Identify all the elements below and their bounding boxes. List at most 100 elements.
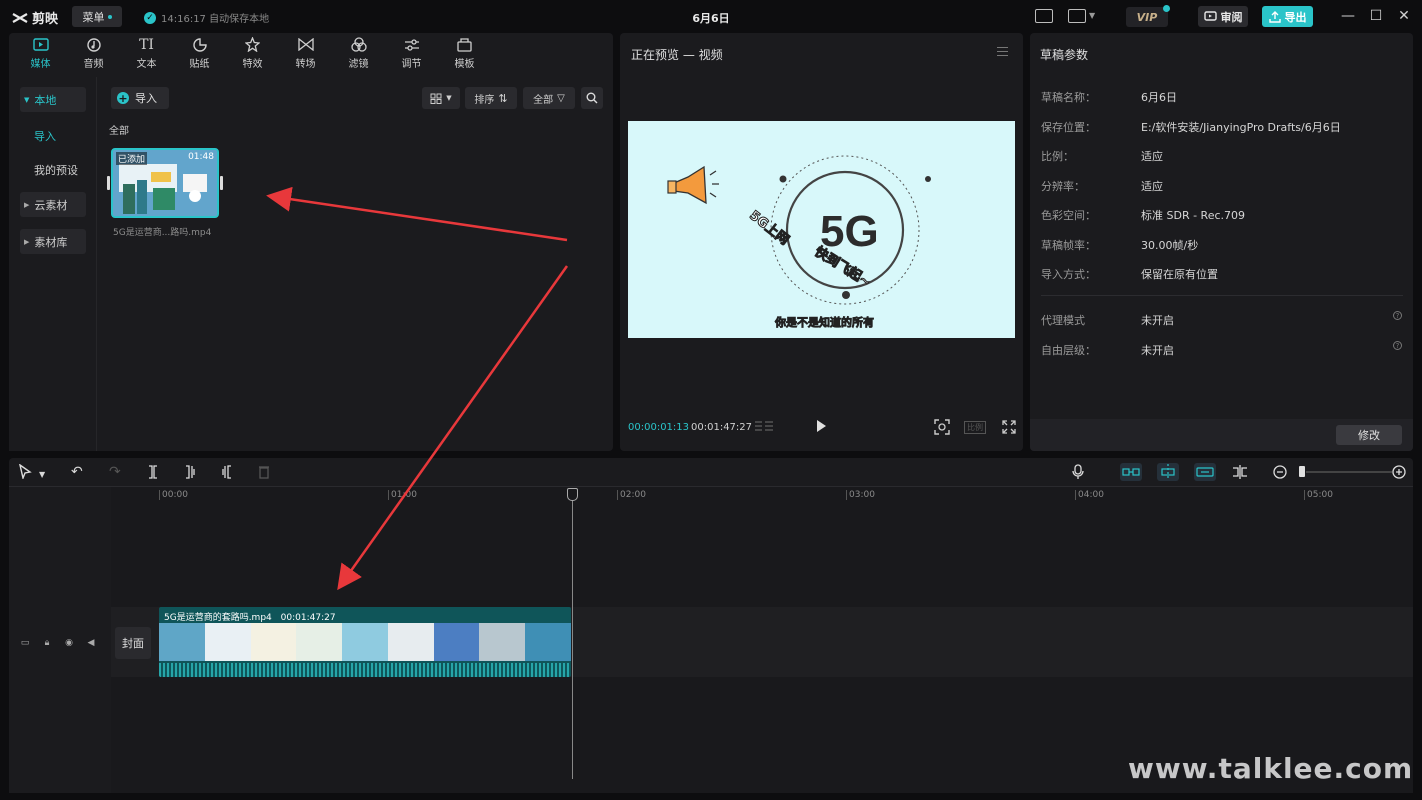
clip-frame — [342, 623, 388, 661]
vip-label: VIP — [1136, 10, 1158, 24]
linkage-button[interactable] — [1194, 463, 1216, 481]
playhead-handle[interactable] — [567, 488, 578, 501]
param-resolution-label: 分辨率： — [1041, 180, 1085, 193]
tab-media[interactable]: 媒体 — [14, 33, 67, 73]
tab-text[interactable]: TI 文本 — [120, 33, 173, 73]
clip-frame — [159, 623, 205, 661]
fullscreen-icon[interactable] — [1002, 420, 1016, 434]
tab-sticker[interactable]: 贴纸 — [173, 33, 226, 73]
auto-snap-button[interactable] — [1157, 463, 1179, 481]
timeline-grid-icon[interactable] — [754, 420, 774, 434]
undo-icon[interactable]: ↶ — [71, 465, 83, 479]
cover-button[interactable]: 封面 — [115, 627, 151, 659]
keyboard-shortcuts-icon[interactable] — [1035, 9, 1053, 23]
import-button[interactable]: + 导入 — [111, 87, 169, 109]
layout-icon[interactable] — [1068, 9, 1086, 23]
tab-template-label: 模板 — [454, 58, 475, 70]
sort-button[interactable]: 排序 ⇅ — [465, 87, 517, 109]
zoom-slider-track[interactable] — [1306, 471, 1392, 473]
search-icon — [586, 92, 598, 104]
media-duration: 01:48 — [188, 152, 214, 162]
zoom-slider-knob[interactable] — [1299, 466, 1305, 477]
proxy-help-icon[interactable]: ? — [1393, 311, 1402, 320]
filter-icon — [350, 37, 368, 53]
review-icon — [1203, 11, 1217, 21]
media-item-thumbnail[interactable]: 已添加 01:48 — [111, 148, 219, 218]
minimize-icon[interactable]: — — [1340, 8, 1356, 24]
menu-button[interactable]: 菜单 — [72, 6, 122, 27]
timeline-tracks[interactable]: 00:00 01:00 02:00 03:00 04:00 05:00 5G是运… — [111, 487, 1413, 793]
volume-icon[interactable]: ◀ — [85, 638, 97, 648]
play-icon[interactable] — [817, 420, 826, 432]
preview-axis-icon[interactable] — [1231, 464, 1249, 480]
params-divider — [1041, 295, 1403, 296]
current-timecode: 00:00:01:13 — [628, 422, 690, 433]
ruler-tick — [159, 490, 160, 500]
video-clip[interactable]: 5G是运营商的套路吗.mp4 00:01:47:27 — [159, 607, 571, 677]
tab-template[interactable]: 模板 — [438, 33, 491, 73]
ruler-label: 02:00 — [620, 490, 646, 500]
clip-frame — [525, 623, 571, 661]
ratio-button[interactable]: 比例 — [964, 421, 986, 434]
section-all-label: 全部 — [109, 126, 129, 137]
view-mode-button[interactable]: ▼ — [422, 87, 460, 109]
param-proxy-value: 未开启 — [1141, 314, 1174, 327]
close-icon[interactable]: ✕ — [1396, 8, 1412, 24]
tab-filter[interactable]: 滤镜 — [332, 33, 385, 73]
main-track-magnet-button[interactable] — [1120, 463, 1142, 481]
zoom-out-icon[interactable] — [1273, 465, 1287, 479]
tab-adjust[interactable]: 调节 — [385, 33, 438, 73]
preview-menu-icon[interactable] — [997, 47, 1008, 56]
clip-frame — [204, 623, 251, 661]
clip-frame — [250, 623, 297, 661]
select-cursor-icon[interactable] — [18, 464, 32, 479]
link-icon — [1196, 467, 1214, 477]
time-ruler: 00:00 01:00 02:00 03:00 04:00 05:00 — [111, 487, 1413, 507]
sidebar-item-import-label: 导入 — [34, 129, 56, 143]
split-icon[interactable] — [147, 465, 159, 479]
sidebar-item-cloud[interactable]: ▶ 云素材 — [20, 192, 86, 217]
thumbnail-right-handle[interactable] — [220, 176, 223, 190]
trim-left-icon[interactable] — [184, 465, 196, 479]
maximize-icon[interactable]: ☐ — [1368, 8, 1384, 24]
zoom-in-icon[interactable] — [1392, 465, 1406, 479]
grid-icon — [430, 93, 442, 104]
tab-effects[interactable]: 特效 — [226, 33, 279, 73]
caret-right-icon: ▶ — [24, 200, 30, 209]
tab-filter-label: 滤镜 — [348, 58, 369, 70]
delete-icon — [259, 466, 269, 479]
ruler-tick — [388, 490, 389, 500]
cover-label: 封面 — [122, 637, 144, 650]
search-button[interactable] — [581, 87, 603, 109]
tab-transition[interactable]: 转场 — [279, 33, 332, 73]
modify-button[interactable]: 修改 — [1336, 425, 1402, 445]
timeline-panel: ▼ ↶ ↷ ▭ 🔒︎ ◉ ◀ 00:00 01:00 02:00 03:00 0… — [9, 458, 1413, 793]
eye-icon[interactable]: ◉ — [63, 638, 75, 648]
thumbnail-left-handle[interactable] — [107, 176, 110, 190]
trim-right-icon[interactable] — [221, 465, 233, 479]
media-panel: 媒体 音频 TI 文本 贴纸 特效 转场 滤镜 调节 模板 ▼ 本地 导入 我的… — [9, 33, 613, 451]
video-track-icon[interactable]: ▭ — [19, 638, 31, 648]
vip-button[interactable]: VIP — [1126, 5, 1170, 27]
cursor-chevron-down-icon[interactable]: ▼ — [39, 468, 45, 482]
export-button[interactable]: 导出 — [1262, 6, 1313, 27]
review-button[interactable]: 审阅 — [1198, 6, 1248, 27]
params-title: 草稿参数 — [1040, 48, 1089, 62]
sidebar-item-library-label: 素材库 — [34, 235, 68, 249]
sidebar-item-my-presets[interactable]: 我的预设 — [20, 157, 86, 182]
sidebar-item-local[interactable]: ▼ 本地 — [20, 87, 86, 112]
tab-audio[interactable]: 音频 — [67, 33, 120, 73]
lock-icon[interactable]: 🔒︎ — [41, 638, 53, 648]
preview-canvas[interactable]: 5G 5G上网 快到飞起~ 你是不是知道的所有 — [628, 121, 1015, 338]
microphone-icon[interactable] — [1072, 464, 1084, 480]
filter-all-button[interactable]: 全部 ▽ — [523, 87, 575, 109]
sidebar-item-import[interactable]: 导入 — [20, 123, 86, 148]
param-name-value: 6月6日 — [1141, 91, 1177, 104]
tab-effects-label: 特效 — [242, 58, 263, 70]
param-free-layer-label: 自由层级： — [1041, 344, 1096, 357]
layout-chevron-down-icon[interactable]: ▼ — [1089, 11, 1095, 20]
screenshot-icon[interactable] — [934, 419, 950, 435]
sidebar-item-library[interactable]: ▶ 素材库 — [20, 229, 86, 254]
free-layer-help-icon[interactable]: ? — [1393, 341, 1402, 350]
ruler-label: 03:00 — [849, 490, 875, 500]
